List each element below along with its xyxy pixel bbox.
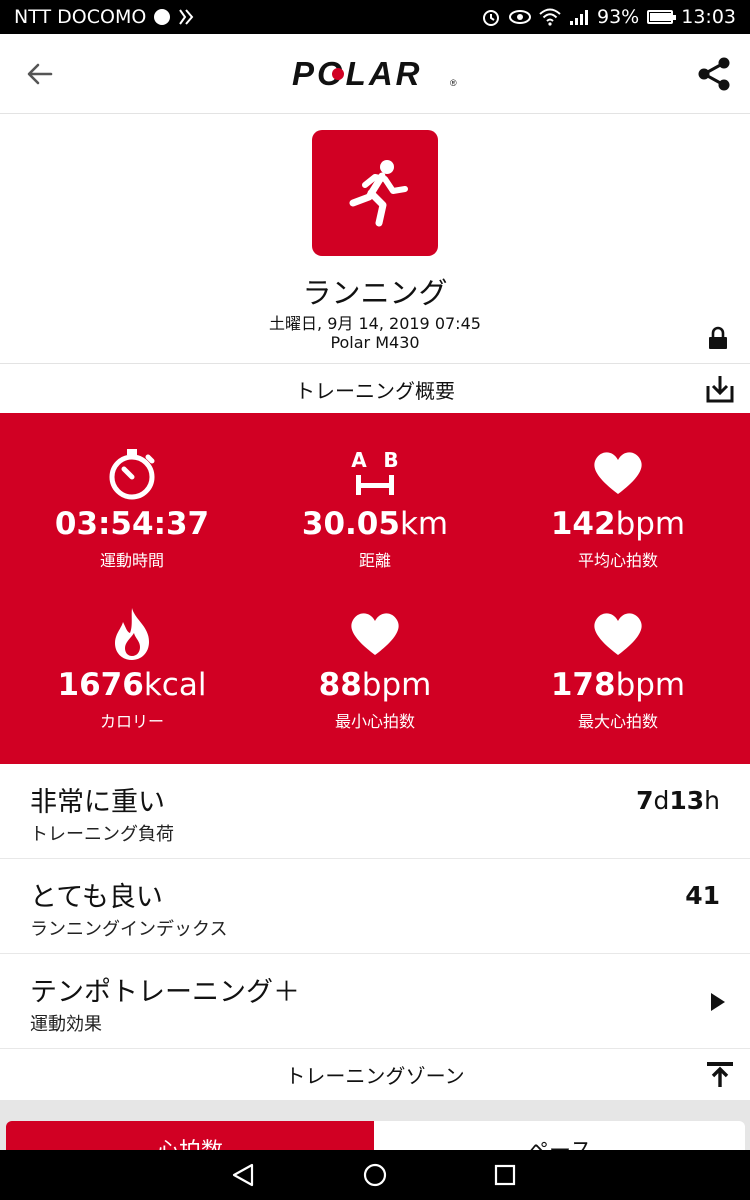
svg-text:®: ® xyxy=(450,78,457,88)
stat-label: 平均心拍数 xyxy=(577,551,658,570)
row-title: テンポトレーニング＋ xyxy=(30,977,300,1008)
stat-value: 88bpm xyxy=(318,667,432,703)
carrier-name: NTT DOCOMO xyxy=(14,6,147,28)
download-icon xyxy=(706,376,734,403)
nav-home-button[interactable] xyxy=(360,1160,390,1190)
svg-text:B: B xyxy=(383,448,398,472)
signal-icon xyxy=(569,8,589,26)
training-zones-bar: トレーニングゾーン xyxy=(0,1050,750,1098)
recovery-time-value: 7d13h xyxy=(636,786,720,815)
play-arrow-icon xyxy=(711,993,725,1011)
stat-label: 最小心拍数 xyxy=(334,712,415,731)
zone-tabs: 心拍数 ペース xyxy=(0,1100,750,1161)
training-load-row[interactable]: 非常に重い トレーニング負荷 7d13h xyxy=(0,764,750,859)
back-arrow-icon xyxy=(27,63,53,85)
eye-comfort-icon xyxy=(509,9,531,25)
stat-label: 距離 xyxy=(358,551,391,570)
stats-panel: 03:54:37 運動時間 A B 30.05km 距離 142bpm 平均心拍… xyxy=(0,413,750,764)
running-icon xyxy=(349,160,408,227)
stat-calories: 1676kcal カロリー xyxy=(7,574,257,734)
status-bar-right: 93% 13:03 xyxy=(481,6,736,28)
stopwatch-icon xyxy=(102,443,162,503)
row-title: 非常に重い xyxy=(30,787,165,818)
alarm-icon xyxy=(481,7,501,27)
device-name: Polar M430 xyxy=(330,333,420,352)
distance-icon: A B xyxy=(345,443,405,503)
row-subtitle: ランニングインデックス xyxy=(30,919,228,940)
running-index-row[interactable]: とても良い ランニングインデックス 41 xyxy=(0,859,750,954)
training-summary-label: トレーニング概要 xyxy=(295,378,455,403)
stat-label: 最大心拍数 xyxy=(577,712,658,731)
stat-value: 178bpm xyxy=(550,667,686,703)
stat-label: 運動時間 xyxy=(99,551,164,570)
download-button[interactable] xyxy=(704,373,736,405)
share-button[interactable] xyxy=(692,52,736,96)
stat-duration: 03:54:37 運動時間 xyxy=(7,413,257,573)
session-summary: ランニング 土曜日, 9月 14, 2019 07:45 Polar M430 xyxy=(0,114,750,364)
stat-label: カロリー xyxy=(99,712,164,731)
share-icon xyxy=(698,57,730,91)
status-bar: NTT DOCOMO 93% 13:03 xyxy=(0,0,750,34)
heart-icon xyxy=(588,604,648,664)
stat-value: 03:54:37 xyxy=(54,506,210,542)
upload-button[interactable] xyxy=(704,1058,736,1090)
wifi-icon xyxy=(539,8,561,26)
row-title: とても良い xyxy=(30,882,163,913)
flame-icon xyxy=(102,604,162,664)
nfc-icon xyxy=(178,8,194,26)
svg-text:A: A xyxy=(351,448,367,472)
lock-icon[interactable] xyxy=(706,326,730,350)
nav-back-button[interactable] xyxy=(228,1160,258,1190)
nav-home-icon xyxy=(363,1163,387,1187)
status-bar-left: NTT DOCOMO xyxy=(14,6,194,28)
nav-recents-icon xyxy=(494,1164,516,1186)
back-button[interactable] xyxy=(22,56,58,92)
nav-back-icon xyxy=(232,1163,254,1187)
heart-icon xyxy=(345,604,405,664)
stat-max-heart-rate: 178bpm 最大心拍数 xyxy=(493,574,743,734)
nav-recents-button[interactable] xyxy=(490,1160,520,1190)
app-header: POLAR ® xyxy=(0,34,750,114)
battery-percent: 93% xyxy=(597,6,640,28)
battery-icon xyxy=(647,10,677,24)
svg-text:POLAR: POLAR xyxy=(292,56,423,92)
row-subtitle: トレーニング負荷 xyxy=(30,824,174,845)
running-index-value: 41 xyxy=(685,881,720,910)
heart-icon xyxy=(588,443,648,503)
stat-avg-heart-rate: 142bpm 平均心拍数 xyxy=(493,413,743,573)
training-benefit-row[interactable]: テンポトレーニング＋ 運動効果 xyxy=(0,954,750,1049)
notification-dot-icon xyxy=(154,9,171,25)
system-nav-bar xyxy=(0,1150,750,1200)
training-summary-bar: トレーニング概要 xyxy=(0,365,750,413)
row-subtitle: 運動効果 xyxy=(30,1014,102,1035)
stat-min-heart-rate: 88bpm 最小心拍数 xyxy=(250,574,500,734)
sport-name: ランニング xyxy=(302,276,448,310)
clock: 13:03 xyxy=(681,6,736,28)
sport-tile xyxy=(312,130,438,256)
polar-logo: POLAR ® xyxy=(292,55,462,92)
stat-value: 142bpm xyxy=(550,506,686,542)
stat-distance: A B 30.05km 距離 xyxy=(250,413,500,573)
stat-value: 30.05km xyxy=(301,506,449,542)
session-datetime: 土曜日, 9月 14, 2019 07:45 xyxy=(269,314,481,333)
stat-value: 1676kcal xyxy=(57,667,207,703)
training-zones-label: トレーニングゾーン xyxy=(285,1063,465,1088)
upload-icon xyxy=(707,1062,733,1087)
